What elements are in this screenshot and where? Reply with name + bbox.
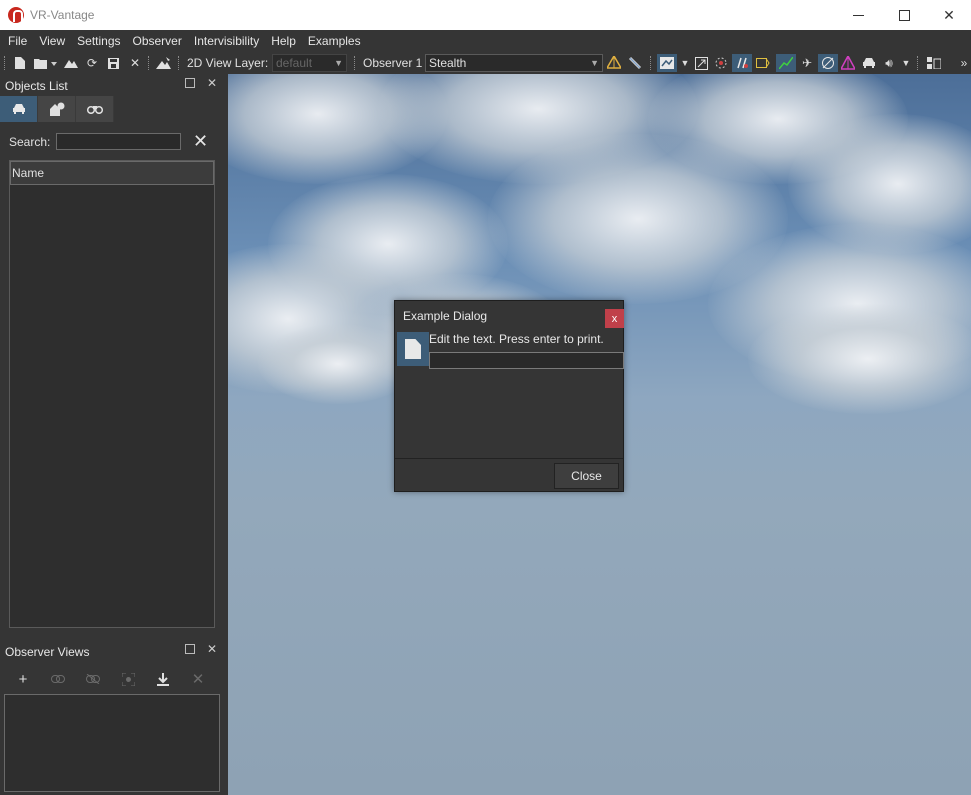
terrain-edit-icon[interactable] [154,54,172,72]
menu-intervisibility[interactable]: Intervisibility [188,30,265,52]
dialog-text-input[interactable] [429,352,624,369]
laser-icon[interactable] [732,54,752,72]
zoom-extents-icon[interactable] [692,54,710,72]
close-icon[interactable]: ✕ [207,642,217,656]
dialog-title: Example Dialog [403,309,488,323]
volume-icon[interactable]: 🔊︎ [880,54,898,72]
graph-icon[interactable] [776,54,796,72]
menu-settings[interactable]: Settings [71,30,126,52]
link-icon[interactable] [47,668,69,690]
observer-views-title: Observer Views [5,645,90,659]
tab-observers[interactable] [76,96,114,122]
chevron-down-icon: ▼ [334,58,343,68]
search-input[interactable] [56,133,181,150]
add-icon[interactable]: + [12,668,34,690]
delete-icon[interactable]: ✕ [187,668,209,690]
toolbar-separator [178,56,180,70]
observer-value: Stealth [429,56,467,70]
left-dock: Objects List ✕ Search: ✕ Name Observer V… [0,74,228,795]
binoculars-icon [86,105,103,114]
label-icon[interactable] [754,54,772,72]
toolbar-separator [650,56,652,70]
menu-observer[interactable]: Observer [127,30,188,52]
new-file-icon[interactable] [12,54,28,72]
terrain-icon[interactable] [62,54,80,72]
toolbar-overflow-icon[interactable]: » [957,54,971,72]
example-dialog: Example Dialog x Edit the text. Press en… [394,300,624,492]
chevron-down-icon[interactable]: ▼ [900,54,912,72]
pyramid-icon[interactable] [839,54,857,72]
menu-bar: File View Settings Observer Intervisibil… [0,30,971,52]
menu-view[interactable]: View [33,30,71,52]
observer-select[interactable]: Stealth ▼ [425,54,603,72]
undock-icon[interactable] [185,78,195,88]
observer-views-list[interactable] [4,694,220,792]
close-icon: ✕ [943,6,955,23]
dialog-close-button[interactable]: Close [554,463,619,489]
route-icon[interactable] [712,54,730,72]
close-scenario-icon[interactable]: ✕ [127,54,143,72]
save-icon[interactable] [105,54,121,72]
cloud [748,304,971,414]
open-folder-icon[interactable] [32,54,60,72]
chevron-down-icon: ▼ [590,58,599,68]
terrain-object-icon [49,102,64,116]
close-window-button[interactable]: ✕ [926,0,971,30]
download-icon[interactable] [152,668,174,690]
no-los-icon[interactable] [818,54,838,72]
maximize-button[interactable] [881,0,927,30]
objects-table[interactable]: Name [9,160,215,628]
toolbar-separator [917,56,919,70]
tab-terrain-objects[interactable] [38,96,76,122]
compass-icon[interactable] [605,54,623,72]
menu-file[interactable]: File [2,30,33,52]
search-label: Search: [9,135,51,149]
menu-help[interactable]: Help [265,30,302,52]
chevron-down-icon[interactable]: ▼ [679,54,691,72]
undock-icon[interactable] [185,644,195,654]
toolbar-separator [148,56,150,70]
window-titlebar: VR-Vantage ✕ [0,0,971,30]
toolbar-separator [354,56,356,70]
minimize-icon [852,14,864,16]
observer-label: Observer 1 [363,56,423,70]
dialog-message: Edit the text. Press enter to print. [429,332,604,346]
map-view-icon[interactable] [657,54,677,72]
measure-icon[interactable] [626,54,644,72]
maximize-icon [898,9,910,21]
menu-examples[interactable]: Examples [302,30,367,52]
column-header-name[interactable]: Name [10,161,214,185]
view-layer-value: default [276,56,313,70]
layout-icon[interactable] [925,54,943,72]
observer-views-toolbar: + ✕ [0,668,228,690]
dialog-close-x-button[interactable]: x [605,309,624,328]
app-logo-icon [8,7,24,23]
clear-search-icon[interactable]: ✕ [193,131,208,151]
vehicle-icon [12,104,25,114]
document-icon [397,332,429,366]
objects-panel-header: Objects List ✕ [0,74,228,96]
toolbar-separator [4,56,6,70]
capture-icon[interactable] [117,668,139,690]
objects-panel-title: Objects List [5,79,68,93]
vehicle-icon[interactable] [860,54,878,72]
aircraft-icon[interactable]: ✈ [798,54,816,72]
object-type-tabs [0,96,114,122]
view-layer-label: 2D View Layer: [187,56,269,70]
view-layer-select[interactable]: default ▼ [272,54,347,72]
main-toolbar: ⟳ ✕ 2D View Layer: default ▼ Observer 1 … [0,52,971,74]
minimize-button[interactable] [835,0,881,30]
window-title: VR-Vantage [30,8,95,22]
unlink-icon[interactable] [82,668,104,690]
close-icon[interactable]: ✕ [207,76,217,90]
dialog-divider [395,458,623,459]
reload-icon[interactable]: ⟳ [84,54,100,72]
observer-views-header: Observer Views ✕ [0,640,228,662]
tab-vehicles[interactable] [0,96,38,122]
